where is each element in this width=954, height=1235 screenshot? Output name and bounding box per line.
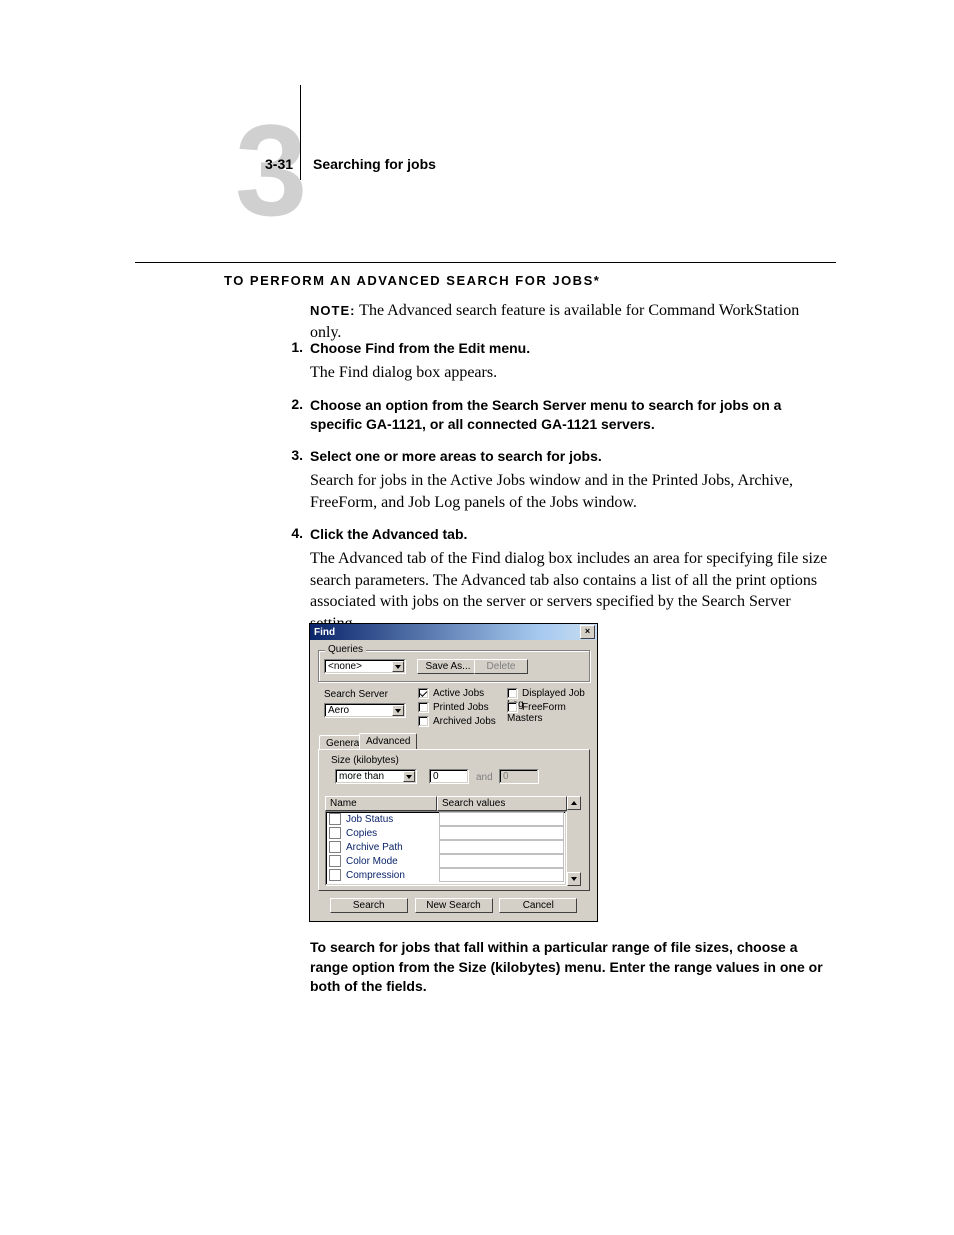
queries-combo[interactable]: <none> (324, 659, 406, 674)
row-name: Job Status (346, 814, 439, 825)
titlebar: Find × (310, 624, 597, 640)
step-4-body: The Advanced tab of the Find dialog box … (310, 548, 830, 634)
options-list: Job Status Copies Archive Path Color Mod… (325, 811, 567, 886)
size-to-field[interactable]: 0 (499, 769, 539, 784)
step-1-number: 1. (285, 339, 303, 355)
checkbox-icon (418, 716, 429, 727)
search-server-label: Search Server (324, 689, 388, 700)
checkbox-icon (329, 869, 341, 881)
size-mode-value: more than (339, 771, 384, 782)
horizontal-rule (135, 262, 836, 263)
page-number: 3-31 (265, 156, 293, 172)
queries-label: Queries (325, 644, 366, 655)
step-1-title: Choose Find from the Edit menu. (310, 339, 830, 358)
row-name: Copies (346, 828, 439, 839)
step-2-title: Choose an option from the Search Server … (310, 396, 830, 434)
step-4-title: Click the Advanced tab. (310, 525, 830, 544)
checkbox-icon (329, 855, 341, 867)
row-name: Archive Path (346, 842, 439, 853)
step-3-title: Select one or more areas to search for j… (310, 447, 830, 466)
row-value-field[interactable] (439, 826, 564, 840)
row-value-field[interactable] (439, 812, 564, 826)
checkbox-icon (329, 827, 341, 839)
new-search-button[interactable]: New Search (415, 898, 493, 913)
checkbox-icon (418, 688, 429, 699)
scroll-down-icon[interactable] (567, 872, 581, 886)
size-and-label: and (476, 772, 493, 783)
row-name: Color Mode (346, 856, 439, 867)
step-3-body: Search for jobs in the Active Jobs windo… (310, 470, 830, 513)
save-as-button[interactable]: Save As... (417, 659, 479, 674)
section-heading: To perform an advanced search for jobs* (224, 273, 600, 288)
note-label: Note: (310, 303, 355, 318)
archived-jobs-check[interactable]: Archived Jobs (418, 716, 496, 727)
active-jobs-check[interactable]: Active Jobs (418, 688, 484, 699)
close-icon[interactable]: × (580, 625, 595, 639)
page: 3 3-31 Searching for jobs To perform an … (0, 0, 954, 1235)
list-item[interactable]: Archive Path (326, 840, 566, 854)
printed-jobs-label: Printed Jobs (433, 702, 489, 713)
row-value-field[interactable] (439, 854, 564, 868)
freeform-masters-check[interactable]: FreeForm Masters (507, 702, 597, 724)
chevron-down-icon (392, 661, 404, 672)
active-jobs-label: Active Jobs (433, 688, 484, 699)
search-server-combo[interactable]: Aero (324, 703, 406, 718)
advanced-tab-pane: Size (kilobytes) more than 0 and 0 Name … (318, 749, 590, 891)
checkbox-icon (329, 841, 341, 853)
list-item[interactable]: Compression (326, 868, 566, 882)
note-text: The Advanced search feature is available… (310, 302, 799, 341)
find-dialog: Find × Queries <none> Save As... Delete … (309, 623, 598, 922)
header-vertical-rule (300, 85, 301, 180)
dialog-buttons: Search New Search Cancel (310, 898, 597, 913)
checkbox-icon (507, 688, 518, 699)
queries-value: <none> (328, 661, 362, 672)
archived-jobs-label: Archived Jobs (433, 716, 496, 727)
size-from-field[interactable]: 0 (429, 769, 469, 784)
step-2-number: 2. (285, 396, 303, 412)
page-title: Searching for jobs (313, 156, 436, 172)
scroll-up-icon[interactable] (567, 796, 581, 810)
note-line: Note: The Advanced search feature is ava… (310, 300, 830, 343)
column-name-header[interactable]: Name (325, 796, 437, 811)
checkbox-icon (507, 702, 518, 713)
chevron-down-icon (403, 771, 415, 782)
list-item[interactable]: Job Status (326, 812, 566, 826)
row-value-field[interactable] (439, 840, 564, 854)
closing-paragraph: To search for jobs that fall within a pa… (310, 938, 830, 997)
chevron-down-icon (392, 705, 404, 716)
list-item[interactable]: Color Mode (326, 854, 566, 868)
step-4-number: 4. (285, 525, 303, 541)
tab-advanced[interactable]: Advanced (359, 733, 417, 749)
step-1-body: The Find dialog box appears. (310, 362, 830, 384)
search-server-value: Aero (328, 705, 349, 716)
size-label: Size (kilobytes) (331, 755, 399, 766)
dialog-title: Find (314, 627, 335, 638)
search-button[interactable]: Search (330, 898, 408, 913)
list-scrollbar[interactable] (567, 796, 581, 886)
list-item[interactable]: Copies (326, 826, 566, 840)
step-3-number: 3. (285, 447, 303, 463)
row-name: Compression (346, 870, 439, 881)
checkbox-icon (329, 813, 341, 825)
size-mode-combo[interactable]: more than (335, 769, 417, 784)
column-values-header[interactable]: Search values (437, 796, 567, 811)
checkbox-icon (418, 702, 429, 713)
delete-button[interactable]: Delete (474, 659, 528, 674)
printed-jobs-check[interactable]: Printed Jobs (418, 702, 489, 713)
cancel-button[interactable]: Cancel (499, 898, 577, 913)
row-value-field[interactable] (439, 868, 564, 882)
